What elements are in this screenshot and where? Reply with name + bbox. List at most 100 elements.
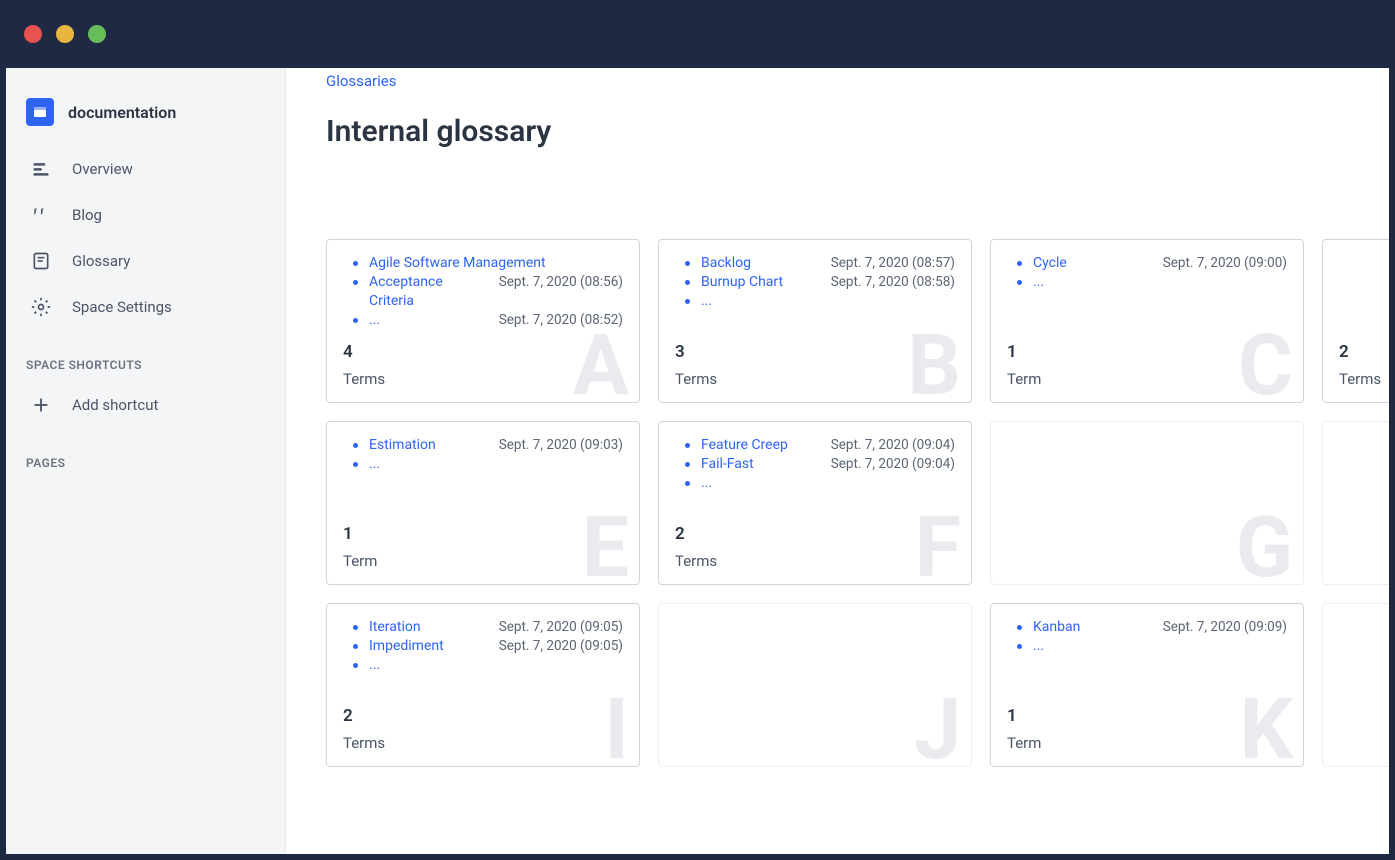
sidebar: documentation Overview Blog Glossary Space … [6,68,286,854]
card-entries [1339,254,1389,342]
glossary-card-i[interactable]: IterationSept. 7, 2020 (09:05)Impediment… [326,603,640,767]
main-content: Glossaries Internal glossary Agile Softw… [286,68,1389,854]
section-pages-label: PAGES [6,428,285,480]
glossary-card-e[interactable]: EstimationSept. 7, 2020 (09:03)...1TermE [326,421,640,585]
nav-item-blog[interactable]: Blog [6,192,285,238]
card-count: 1 [1007,342,1287,362]
glossary-card-c[interactable]: CycleSept. 7, 2020 (09:00)...1TermC [990,239,1304,403]
nav-item-label: Overview [72,160,133,178]
entry-date: Sept. 7, 2020 (09:04) [831,455,955,473]
glossary-cards-grid: Agile Software ManagementAcceptance Crit… [326,239,1389,767]
card-footer: 1 Term [343,524,623,570]
card-count: 3 [675,342,955,362]
card-entry: Feature CreepSept. 7, 2020 (09:04) [675,436,955,455]
card-entry: Acceptance Criteria Sept. 7, 2020 (08:56) [343,273,623,311]
entry-link[interactable]: Iteration [369,618,489,637]
nav-item-label: Glossary [72,252,130,270]
add-shortcut-button[interactable]: Add shortcut [6,382,285,428]
card-footer: 4Terms [343,342,623,388]
card-entries [675,618,955,752]
card-footer: 2 Terms [675,524,955,570]
card-entry: CycleSept. 7, 2020 (09:00) [1007,254,1287,273]
plus-icon [30,394,52,416]
card-count: 2 [343,706,623,726]
card-entries: Estimation Sept. 7, 2020 (09:03)... [343,436,623,524]
card-entry: IterationSept. 7, 2020 (09:05) [343,618,623,637]
entry-link[interactable]: ... [1033,273,1287,292]
card-count: 2 [675,524,955,544]
nav-item-glossary[interactable]: Glossary [6,238,285,284]
entry-link[interactable]: Impediment [369,637,489,656]
glossary-card-g[interactable]: G [990,421,1304,585]
entry-link[interactable]: Fail-Fast [701,455,821,474]
entry-date: Sept. 7, 2020 (09:05) [499,637,623,655]
space-header[interactable]: documentation [6,88,285,146]
entry-link[interactable]: Burnup Chart [701,273,821,292]
card-entries [1007,436,1287,570]
add-shortcut-label: Add shortcut [72,396,158,414]
card-entries: Feature CreepSept. 7, 2020 (09:04)Fail-F… [675,436,955,524]
card-footer: 1 Term [1007,342,1287,388]
card-entry: Estimation Sept. 7, 2020 (09:03) [343,436,623,455]
entry-date: Sept. 7, 2020 (09:03) [499,436,623,454]
entry-link[interactable]: Backlog [701,254,821,273]
glossary-card-b[interactable]: BacklogSept. 7, 2020 (08:57)Burnup Chart… [658,239,972,403]
card-entry: ... [675,292,955,311]
entry-date: Sept. 7, 2020 (08:58) [831,273,955,291]
card-entry: ... [1007,637,1287,656]
entry-link[interactable]: Feature Creep [701,436,821,455]
entry-link[interactable]: ... [369,455,623,474]
space-icon [26,98,54,126]
entry-link[interactable]: Agile Software Management [369,254,623,273]
glossary-card-a[interactable]: Agile Software ManagementAcceptance Crit… [326,239,640,403]
glossary-card-d[interactable]: 2TermsD [1322,239,1389,403]
entry-link[interactable]: ... [701,292,955,311]
nav-item-label: Space Settings [72,298,172,316]
breadcrumb[interactable]: Glossaries [326,68,1389,114]
card-entry: ... [675,474,955,493]
card-entry: Burnup Chart Sept. 7, 2020 (08:58) [675,273,955,292]
nav-item-space-settings[interactable]: Space Settings [6,284,285,330]
window-close-button[interactable] [24,25,42,43]
entry-date: Sept. 7, 2020 (08:57) [831,254,955,272]
card-unit-label: Term [343,552,623,570]
card-count: 1 [1007,706,1287,726]
card-unit-label: Terms [675,370,955,388]
entry-link[interactable]: ... [369,656,623,675]
entry-link[interactable]: Estimation [369,436,489,455]
glossary-card-j[interactable]: J [658,603,972,767]
overview-icon [30,158,52,180]
glossary-card-k[interactable]: KanbanSept. 7, 2020 (09:09)...1TermK [990,603,1304,767]
glossary-card-h[interactable]: H [1322,421,1389,585]
card-entries: Agile Software ManagementAcceptance Crit… [343,254,623,342]
card-footer: 2 Terms [1339,342,1389,388]
card-entry: Impediment Sept. 7, 2020 (09:05) [343,637,623,656]
card-footer: 2Terms [343,706,623,752]
entry-link[interactable]: ... [701,474,955,493]
card-count: 1 [343,524,623,544]
card-entry: Fail-Fast Sept. 7, 2020 (09:04) [675,455,955,474]
card-unit-label: Terms [675,552,955,570]
card-entries: BacklogSept. 7, 2020 (08:57)Burnup Chart… [675,254,955,342]
entry-link[interactable]: ... [369,311,489,330]
card-unit-label: Term [1007,370,1287,388]
card-entries [1339,618,1389,752]
entry-link[interactable]: Acceptance Criteria [369,273,489,311]
card-entry: Kanban Sept. 7, 2020 (09:09) [1007,618,1287,637]
card-entries: Kanban Sept. 7, 2020 (09:09)... [1007,618,1287,706]
glossary-icon [30,250,52,272]
entry-date: Sept. 7, 2020 (09:09) [1163,618,1287,636]
entry-link[interactable]: Cycle [1033,254,1153,273]
entry-link[interactable]: Kanban [1033,618,1153,637]
glossary-card-f[interactable]: Feature CreepSept. 7, 2020 (09:04)Fail-F… [658,421,972,585]
glossary-card-l[interactable]: L [1322,603,1389,767]
card-entry: Agile Software Management [343,254,623,273]
gear-icon [30,296,52,318]
card-unit-label: Terms [1339,370,1389,388]
window-minimize-button[interactable] [56,25,74,43]
window-maximize-button[interactable] [88,25,106,43]
entry-date: Sept. 7, 2020 (08:56) [499,273,623,291]
card-count: 2 [1339,342,1389,362]
nav-item-overview[interactable]: Overview [6,146,285,192]
entry-link[interactable]: ... [1033,637,1287,656]
